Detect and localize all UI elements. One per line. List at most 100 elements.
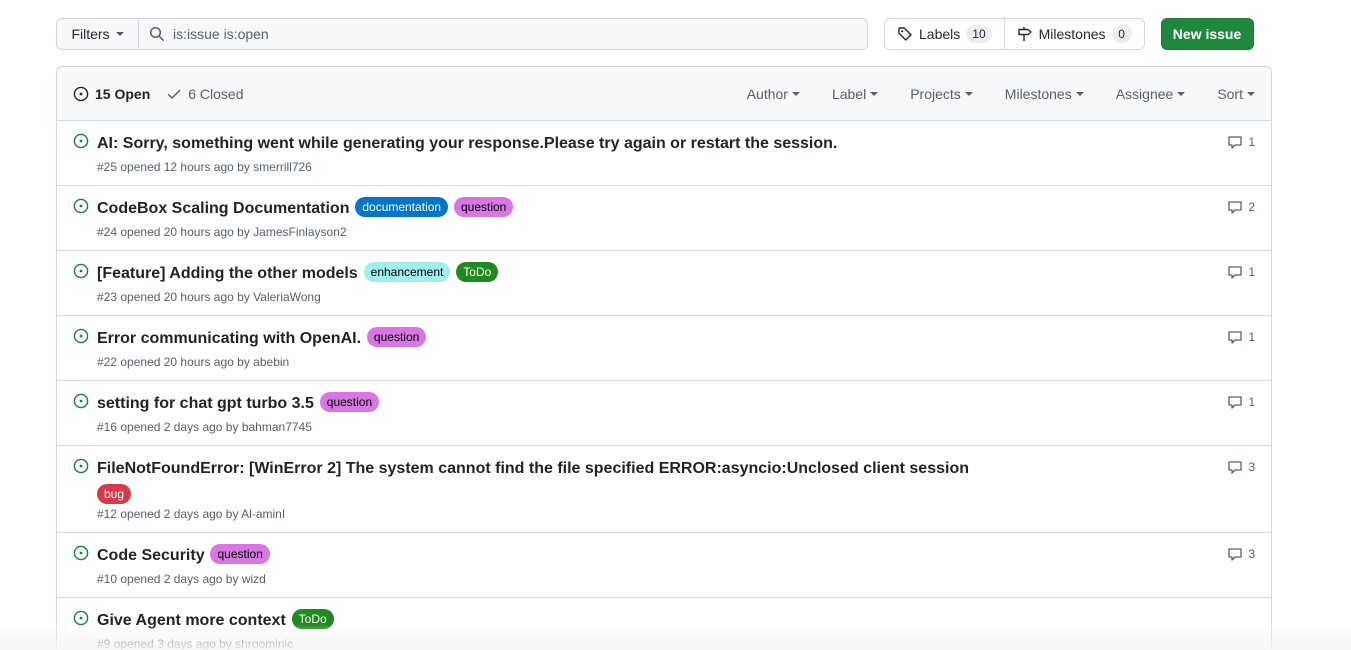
issue-row[interactable]: [Feature] Adding the other models enhanc… — [57, 251, 1271, 316]
closed-issues-link[interactable]: 6 Closed — [166, 86, 244, 102]
issue-author-link[interactable]: Al-aminI — [241, 507, 285, 521]
issue-number: #10 — [97, 572, 118, 586]
issue-row[interactable]: AI: Sorry, something went while generati… — [57, 121, 1271, 186]
projects-menu[interactable]: Projects — [910, 86, 973, 102]
milestones-button[interactable]: Milestones 0 — [1003, 19, 1144, 49]
issue-number: #22 — [97, 355, 118, 369]
issue-number: #25 — [97, 160, 118, 174]
caret-down-icon — [1247, 91, 1255, 96]
comments-link[interactable]: 1 — [1227, 394, 1255, 410]
issue-open-icon — [73, 86, 89, 101]
caret-down-icon — [964, 91, 973, 96]
issue-label[interactable]: ToDo — [456, 262, 499, 282]
issue-open-icon — [73, 133, 89, 149]
search-icon — [149, 26, 164, 41]
issue-label[interactable]: question — [366, 327, 427, 347]
issue-author-link[interactable]: shroominic — [235, 637, 293, 650]
sort-menu[interactable]: Sort — [1217, 86, 1255, 102]
issue-row[interactable]: FileNotFoundError: [WinError 2] The syst… — [57, 446, 1271, 533]
labels-button[interactable]: Labels 10 — [885, 19, 1004, 49]
issue-author-link[interactable]: smerrill726 — [253, 160, 312, 174]
issue-author-link[interactable]: wizd — [242, 572, 266, 586]
comments-link[interactable]: 2 — [1227, 199, 1255, 215]
issue-title-link[interactable]: FileNotFoundError: [WinError 2] The syst… — [97, 460, 969, 477]
issue-title-link[interactable]: AI: Sorry, something went while generati… — [97, 135, 837, 152]
issues-list-header: 15 Open 6 Closed Author Label Projects M… — [57, 67, 1271, 121]
issue-number: #24 — [97, 225, 118, 239]
comment-icon — [1228, 548, 1242, 561]
issue-author-link[interactable]: JamesFinlayson2 — [253, 225, 346, 239]
issue-title-line: CodeBox Scaling Documentation documentat… — [97, 195, 1255, 222]
caret-down-icon — [791, 91, 800, 96]
labels-milestones-group: Labels 10 Milestones 0 — [884, 18, 1145, 50]
author-menu[interactable]: Author — [747, 86, 800, 102]
issue-author-link[interactable]: ValeriaWong — [253, 290, 321, 304]
search-input[interactable] — [173, 26, 823, 42]
issue-meta: #12 opened 2 days ago by Al-aminI — [97, 505, 1255, 523]
issue-title-link[interactable]: [Feature] Adding the other models — [97, 265, 358, 282]
comment-icon — [1228, 266, 1242, 279]
comments-link[interactable]: 3 — [1227, 459, 1255, 475]
issue-row[interactable]: setting for chat gpt turbo 3.5 question #… — [57, 381, 1271, 446]
comment-count: 2 — [1248, 200, 1255, 214]
comments-link[interactable]: 3 — [1227, 546, 1255, 562]
search-field[interactable] — [139, 19, 867, 49]
comments-link[interactable]: 1 — [1227, 264, 1255, 280]
issue-label[interactable]: enhancement — [363, 262, 451, 282]
issue-title-link[interactable]: Give Agent more context — [97, 612, 286, 629]
comments-link[interactable]: 1 — [1227, 329, 1255, 345]
issue-row[interactable]: CodeBox Scaling Documentation documentat… — [57, 186, 1271, 251]
issue-meta: #24 opened 20 hours ago by JamesFinlayso… — [97, 223, 1255, 241]
issue-label[interactable]: question — [210, 544, 270, 564]
filters-button[interactable]: Filters — [57, 19, 139, 49]
caret-down-icon — [1177, 91, 1186, 96]
issue-meta: #25 opened 12 hours ago by smerrill726 — [97, 158, 1255, 176]
issue-row[interactable]: Error communicating with OpenAI. questio… — [57, 316, 1271, 381]
issue-row[interactable]: Give Agent more context ToDo #9 opened 3 … — [57, 598, 1271, 650]
comment-count: 3 — [1248, 460, 1255, 474]
milestones-menu-label: Milestones — [1004, 85, 1072, 102]
issue-opened-text: opened 20 hours ago by — [120, 225, 250, 239]
issue-meta: #23 opened 20 hours ago by ValeriaWong — [97, 288, 1255, 306]
comments-link[interactable]: 1 — [1227, 134, 1255, 150]
issue-title-link[interactable]: setting for chat gpt turbo 3.5 — [97, 395, 314, 412]
issue-opened-text: opened 2 days ago by — [120, 420, 239, 434]
issue-label[interactable]: question — [453, 197, 514, 217]
issue-author-link[interactable]: abebin — [253, 355, 289, 369]
label-menu[interactable]: Label — [831, 85, 879, 102]
issue-number: #12 — [97, 507, 118, 521]
issue-title-line: AI: Sorry, something went while generati… — [97, 130, 1255, 157]
milestones-count: 0 — [1111, 25, 1132, 43]
label-menu-label: Label — [831, 85, 867, 102]
issues-toolbar: Filters Labels 10 Milestones 0 New issue — [56, 18, 1272, 50]
issue-meta: #9 opened 3 days ago by shroominic — [97, 635, 1255, 650]
comment-count: 1 — [1248, 135, 1255, 149]
assignee-menu[interactable]: Assignee — [1116, 86, 1186, 102]
issue-title-link[interactable]: Error communicating with OpenAI. — [97, 330, 361, 347]
issue-label[interactable]: question — [319, 392, 380, 412]
issue-label[interactable]: documentation — [355, 197, 449, 217]
open-issues-label: 15 Open — [95, 85, 151, 102]
issue-row[interactable]: Code Security question #10 opened 2 days … — [57, 533, 1271, 598]
issue-open-icon — [73, 545, 89, 561]
open-issues-link[interactable]: 15 Open — [73, 86, 150, 102]
tag-icon — [898, 27, 912, 41]
issue-title-link[interactable]: CodeBox Scaling Documentation — [97, 200, 349, 217]
issue-opened-text: opened 2 days ago by — [120, 572, 239, 586]
caret-down-icon — [1075, 91, 1084, 96]
caret-down-icon — [115, 32, 124, 36]
new-issue-button[interactable]: New issue — [1160, 18, 1254, 50]
projects-menu-label: Projects — [910, 85, 961, 102]
issue-author-link[interactable]: bahman7745 — [242, 420, 312, 434]
issue-opened-text: opened 3 days ago by — [113, 637, 232, 650]
comment-icon — [1228, 331, 1242, 344]
issue-label[interactable]: bug — [97, 484, 132, 504]
filter-menus: Author Label Projects Milestones Assigne… — [747, 86, 1271, 102]
issue-label[interactable]: ToDo — [291, 609, 334, 629]
filter-search-group: Filters — [56, 18, 868, 50]
issue-open-icon — [73, 198, 89, 214]
milestones-menu[interactable]: Milestones — [1005, 86, 1084, 102]
issues-list-box: 15 Open 6 Closed Author Label Projects M… — [56, 66, 1272, 650]
issue-open-icon — [73, 263, 89, 279]
issue-title-link[interactable]: Code Security — [97, 547, 205, 564]
